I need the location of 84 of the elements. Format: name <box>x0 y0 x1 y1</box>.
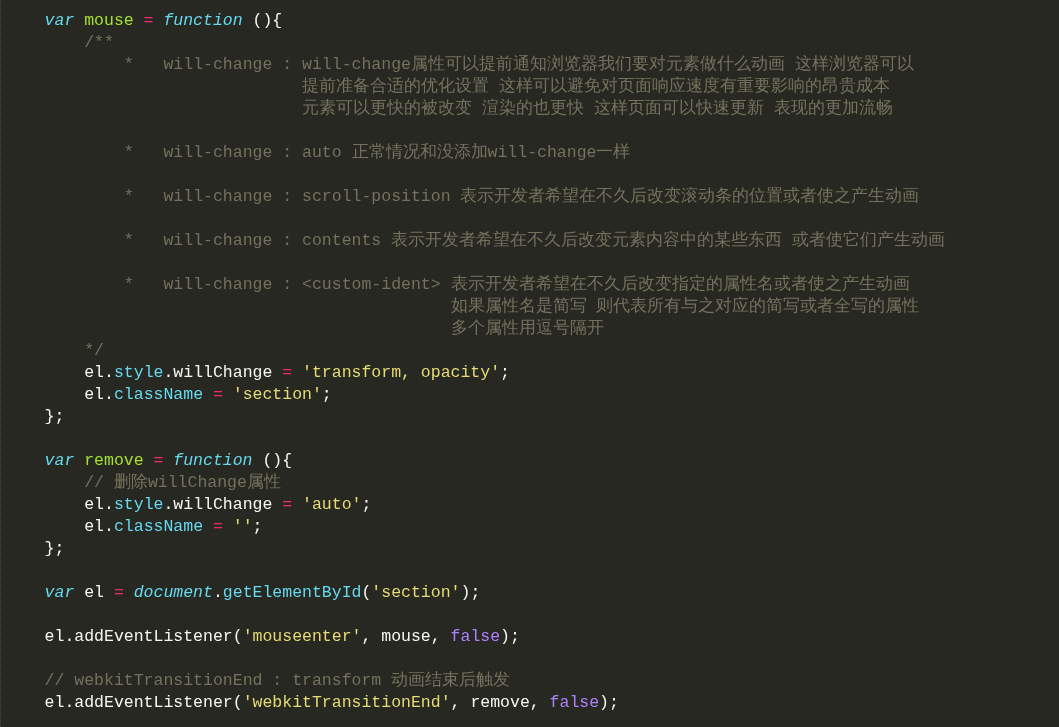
operator: = <box>211 517 223 536</box>
code-text: el <box>83 583 104 602</box>
code-text: ); <box>500 627 520 646</box>
code-text: . <box>212 583 223 602</box>
code-comment: : <box>282 186 293 208</box>
code-text: , <box>361 627 372 646</box>
string-literal: 'transform, opacity' <box>301 363 501 382</box>
code-comment: * <box>123 186 134 208</box>
property-name: style <box>113 495 164 514</box>
code-text: ); <box>599 693 619 712</box>
code-comment: will-change <box>163 54 273 76</box>
code-text: (){ <box>251 11 283 30</box>
code-text: ; <box>500 363 510 382</box>
code-comment: contents 表示开发者希望在不久后改变元素内容中的某些东西 或者使它们产生动画 <box>302 231 946 250</box>
code-text: .willChange <box>163 495 273 514</box>
operator: = <box>211 385 223 404</box>
code-comment: will-change <box>163 142 273 164</box>
code-comment: will-change <box>163 274 273 296</box>
code-text: el.addEventListener( <box>44 627 243 646</box>
code-text: }; <box>44 407 65 426</box>
operator: = <box>112 583 124 602</box>
code-comment: will-change <box>163 230 273 252</box>
code-comment: * <box>123 54 134 76</box>
code-comment: 表示开发者希望在不久后改变指定的属性名或者使之产生动画 <box>450 275 910 294</box>
code-comment: 提前准备合适的优化设置 这样可以避免对页面响应速度有重要影响的昂贵成本 <box>302 77 890 96</box>
code-text: ; <box>361 495 372 514</box>
code-comment: 如果属性名是简写 则代表所有与之对应的简写或者全写的属性 <box>450 297 920 316</box>
string-literal: 'webkitTransitionEnd' <box>242 693 451 712</box>
code-text: , <box>450 693 461 712</box>
code-comment: // webkitTransitionEnd : transform 动画结束后触发 <box>44 671 511 690</box>
code-text: (){ <box>261 451 293 470</box>
code-comment: * <box>123 274 134 296</box>
code-text: ; <box>321 385 332 404</box>
operator: = <box>281 363 293 382</box>
property-name: className <box>113 517 204 536</box>
code-text: ( <box>361 583 372 602</box>
code-comment: auto 正常情况和没添加will-change一样 <box>302 143 631 162</box>
boolean-literal: false <box>449 627 501 646</box>
code-keyword: function <box>172 451 253 470</box>
code-comment: : <box>282 274 293 296</box>
property-name: getElementById <box>222 583 362 602</box>
code-keyword: var <box>44 451 75 470</box>
code-comment: /** <box>84 33 114 52</box>
code-text: remove, <box>469 693 540 712</box>
property-name: className <box>113 385 204 404</box>
code-comment: */ <box>84 341 104 360</box>
string-literal: 'section' <box>231 385 322 404</box>
code-text: ); <box>460 583 481 602</box>
code-text: el. <box>84 385 114 404</box>
code-comment: 多个属性用逗号隔开 <box>450 319 604 338</box>
string-literal: 'auto' <box>301 495 362 514</box>
code-keyword: var <box>44 11 75 30</box>
code-text: el. <box>84 495 114 514</box>
code-comment: // 删除willChange属性 <box>84 473 281 492</box>
code-text: el. <box>84 517 114 536</box>
operator: = <box>142 11 154 30</box>
code-comment: will-change属性可以提前通知浏览器我们要对元素做什么动画 这样浏览器可以 <box>302 55 914 74</box>
code-text: mouse, <box>380 627 441 646</box>
code-comment: 元素可以更快的被改变 渲染的也更快 这样页面可以快速更新 表现的更加流畅 <box>302 99 893 118</box>
code-comment: : <box>282 142 293 164</box>
operator: = <box>152 451 164 470</box>
string-literal: 'mouseenter' <box>242 627 362 646</box>
code-text: .willChange <box>163 363 273 382</box>
string-literal: 'section' <box>371 583 461 602</box>
boolean-literal: false <box>548 693 600 712</box>
code-comment: * <box>123 230 134 252</box>
code-text: ; <box>252 517 263 536</box>
code-keyword: var <box>44 583 75 602</box>
code-text: el.addEventListener( <box>44 693 243 712</box>
string-literal: '' <box>231 517 253 536</box>
code-comment: will-change <box>163 186 273 208</box>
function-name: mouse <box>83 11 134 30</box>
code-comment: scroll-position 表示开发者希望在不久后改变滚动条的位置或者使之产生动画 <box>302 187 920 206</box>
code-comment: <custom-ident> <box>302 274 441 296</box>
property-name: style <box>113 363 164 382</box>
function-name: remove <box>83 451 144 470</box>
code-text: }; <box>44 539 65 558</box>
code-comment: * <box>123 142 134 164</box>
code-comment: : <box>282 230 293 252</box>
operator: = <box>281 495 293 514</box>
code-comment: : <box>282 54 293 76</box>
code-text: el. <box>84 363 114 382</box>
builtin-object: document <box>132 583 213 602</box>
code-keyword: function <box>162 11 243 30</box>
